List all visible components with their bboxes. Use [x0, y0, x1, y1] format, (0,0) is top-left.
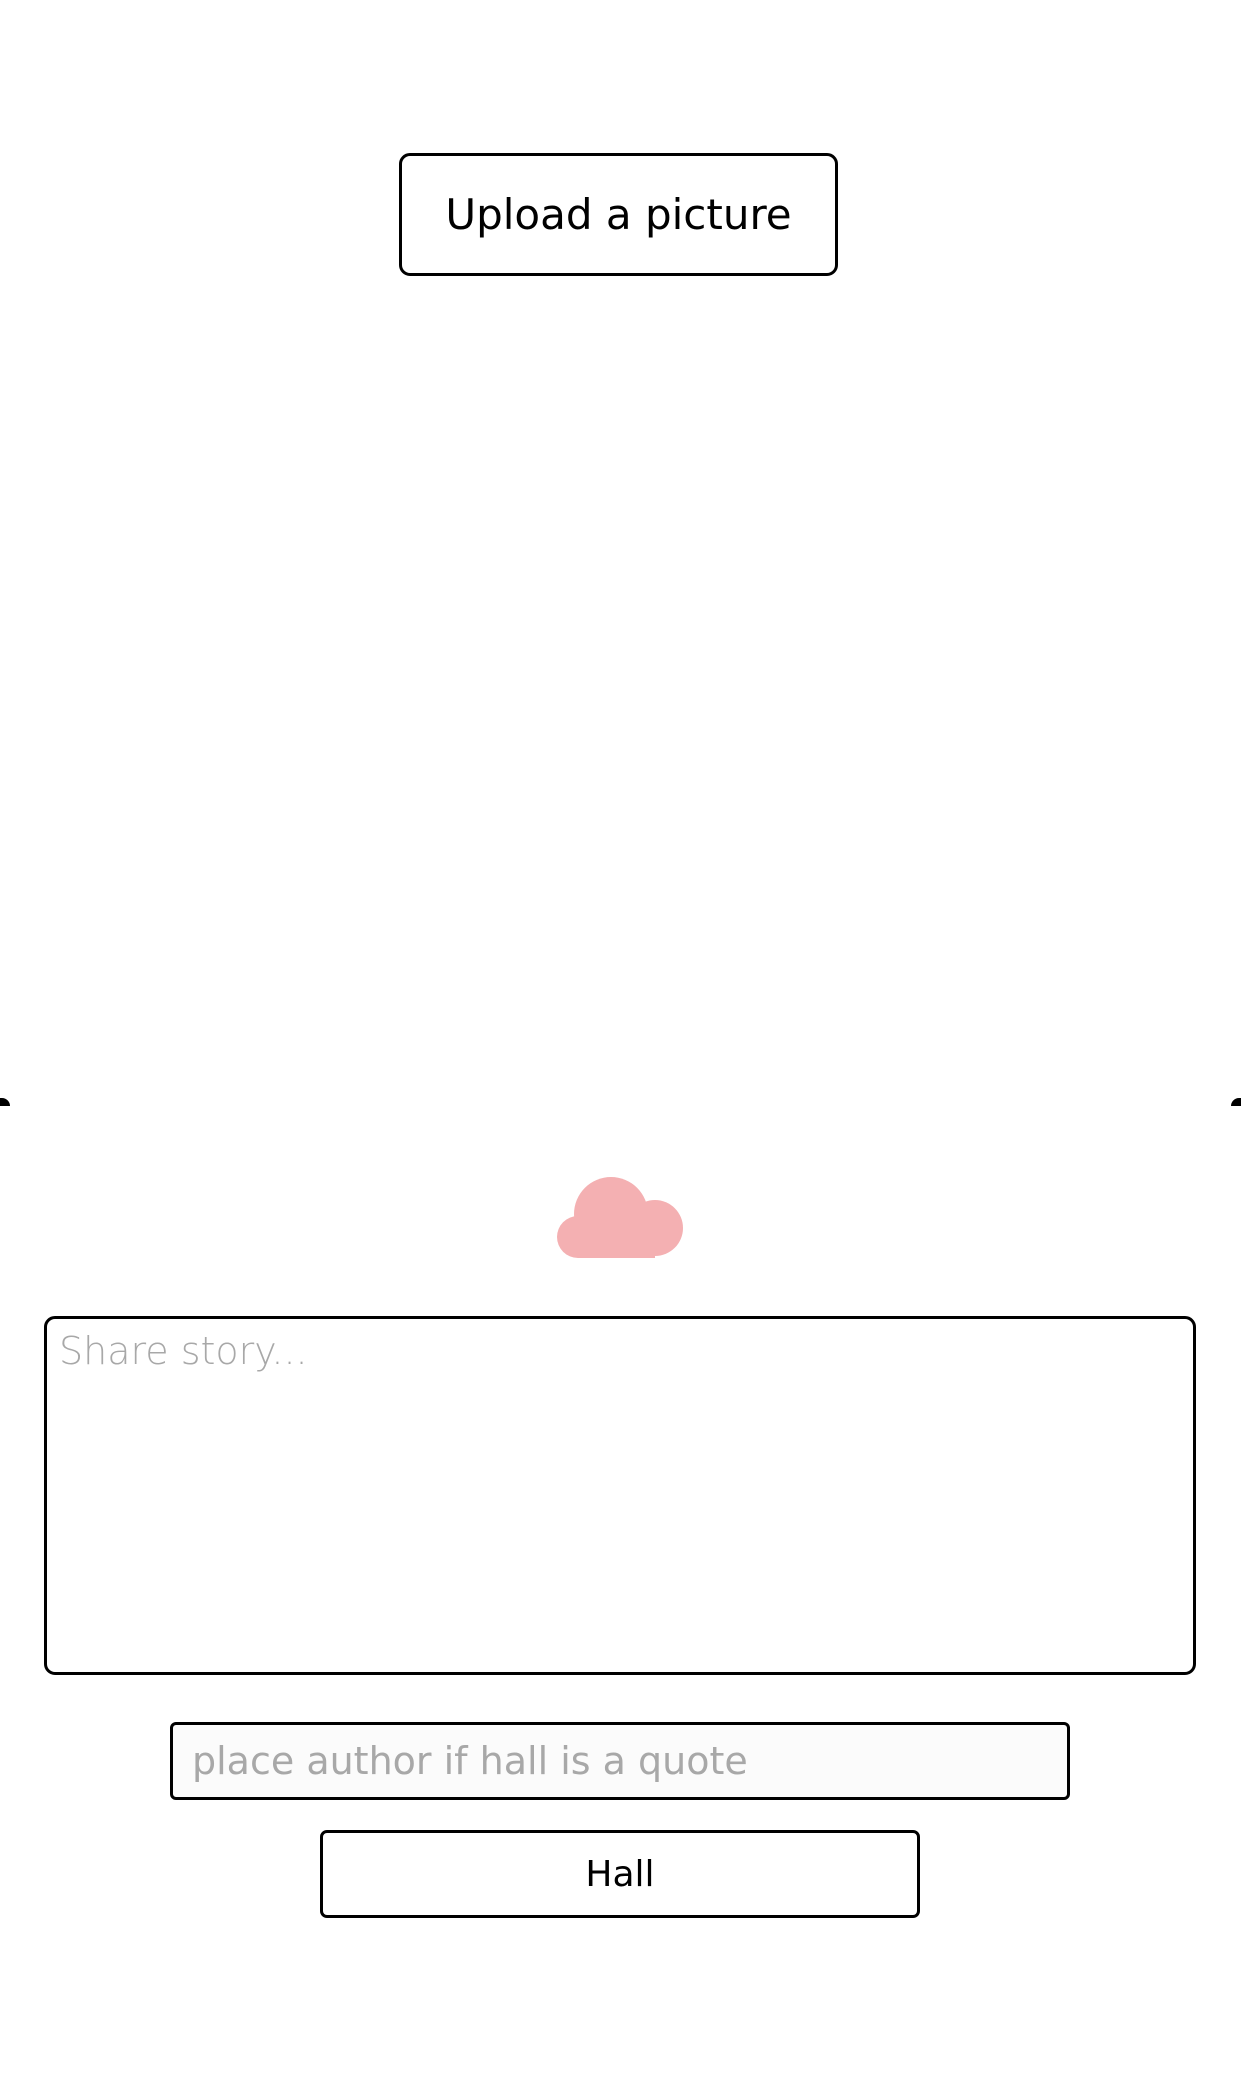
cloud-icon — [557, 1177, 683, 1258]
story-input[interactable] — [44, 1316, 1196, 1675]
cloud-shape — [557, 1177, 683, 1258]
hall-submit-button[interactable]: Hall — [320, 1830, 920, 1918]
author-input[interactable] — [170, 1722, 1070, 1800]
upload-area-corner-left — [0, 1098, 10, 1106]
picture-upload-area: Upload a picture — [0, 0, 1241, 1106]
upload-area-corner-right — [1231, 1098, 1241, 1106]
upload-picture-button[interactable]: Upload a picture — [399, 153, 838, 276]
